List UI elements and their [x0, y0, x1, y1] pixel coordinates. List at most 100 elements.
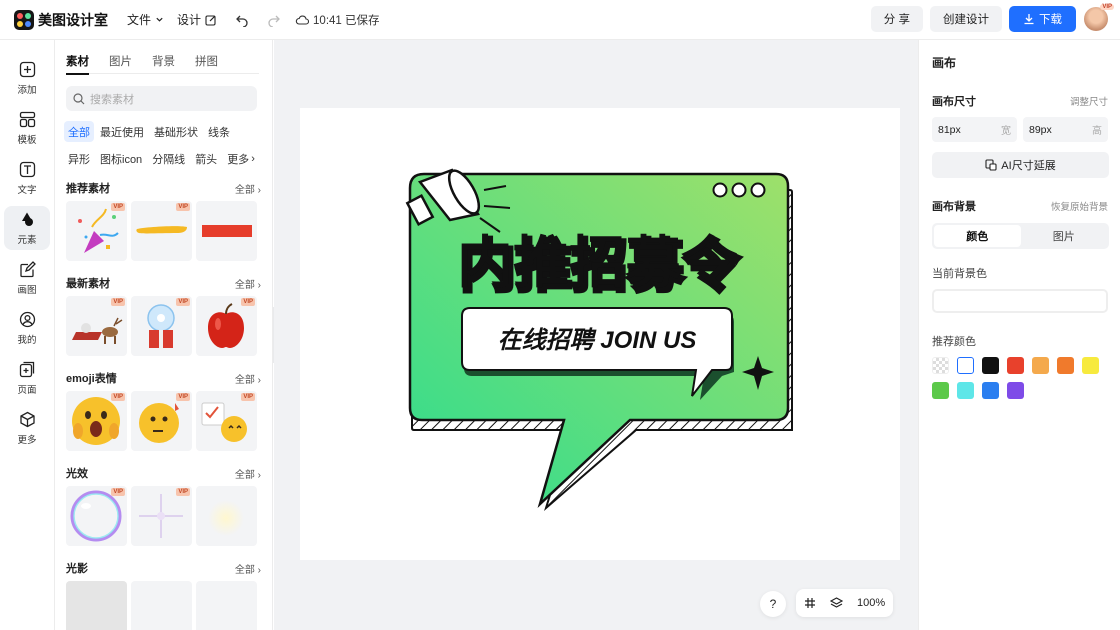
adjust-size-link[interactable]: 调整尺寸	[1070, 94, 1108, 108]
create-design-button[interactable]: 创建设计	[930, 6, 1002, 32]
section-more-link[interactable]: 全部 ›	[235, 181, 261, 196]
asset-thumb-snow-globe-gift[interactable]: VIP	[131, 296, 192, 356]
recruit-poster-graphic[interactable]: 内推招募令 内推招募令 在线招聘 JOIN US	[300, 108, 900, 560]
color-swatch[interactable]	[932, 357, 949, 374]
asset-thumb-brush-stroke[interactable]: VIP	[131, 201, 192, 261]
zoom-level[interactable]: 100%	[857, 597, 885, 609]
color-swatch[interactable]	[957, 382, 974, 399]
height-unit: 高	[1092, 126, 1102, 137]
asset-thumb-reindeer-sleigh[interactable]: VIP	[66, 296, 127, 356]
cube-icon	[19, 411, 35, 427]
search-input[interactable]: 搜索素材	[66, 86, 257, 111]
asset-thumb-bubble[interactable]: VIP	[66, 486, 127, 546]
asset-thumb-shadow-2[interactable]	[131, 581, 192, 630]
asset-thumb-party-popper[interactable]: VIP	[66, 201, 127, 261]
undo-icon[interactable]	[235, 13, 249, 27]
design-menu[interactable]: 设计	[177, 11, 217, 28]
chip-all[interactable]: 全部	[64, 121, 94, 142]
search-placeholder: 搜索素材	[90, 93, 134, 106]
asset-thumb-thinking-emoji[interactable]: VIP	[131, 391, 192, 451]
chip-recent[interactable]: 最近使用	[96, 121, 148, 142]
nav-text[interactable]: 文字	[4, 156, 50, 200]
vip-badge: VIP	[241, 393, 255, 401]
restore-bg-link[interactable]: 恢复原始背景	[1051, 199, 1108, 213]
height-field[interactable]: 89px 高	[1023, 117, 1108, 142]
nav-add[interactable]: 添加	[4, 56, 50, 100]
tab-collage[interactable]: 拼图	[195, 53, 218, 74]
vip-badge: VIP	[176, 298, 190, 306]
file-menu[interactable]: 文件	[127, 11, 164, 28]
chip-icons[interactable]: 图标icon	[96, 148, 146, 169]
redo-icon[interactable]	[267, 13, 281, 27]
chip-irregular[interactable]: 异形	[64, 148, 94, 169]
asset-thumb-shadow-1[interactable]	[66, 581, 127, 630]
thumb-row: VIP VIP	[66, 201, 272, 261]
width-unit: 宽	[1001, 126, 1011, 137]
chip-basic-shapes[interactable]: 基础形状	[150, 121, 202, 142]
save-status: 10:41 已保存	[295, 12, 380, 28]
vip-badge: VIP	[111, 298, 125, 306]
ai-extend-button[interactable]: AI尺寸延展	[932, 152, 1109, 178]
color-swatch[interactable]	[982, 357, 999, 374]
page-add-icon	[19, 361, 34, 377]
seg-image[interactable]: 图片	[1021, 225, 1108, 247]
tab-materials[interactable]: 素材	[66, 53, 89, 75]
artboard[interactable]: 内推招募令 内推招募令 在线招聘 JOIN US	[300, 108, 900, 560]
chip-arrows[interactable]: 箭头	[191, 148, 221, 169]
color-swatch[interactable]	[1057, 357, 1074, 374]
nav-mine[interactable]: 我的	[4, 306, 50, 350]
section-more-link[interactable]: 全部 ›	[235, 466, 261, 481]
color-swatch[interactable]	[1007, 382, 1024, 399]
share-button[interactable]: 分 享	[870, 6, 923, 32]
pencil-icon	[19, 260, 36, 277]
grid-icon[interactable]	[804, 597, 816, 609]
width-field[interactable]: 81px 宽	[932, 117, 1017, 142]
layers-icon[interactable]	[830, 597, 843, 609]
asset-thumb-red-apple[interactable]: VIP	[196, 296, 257, 356]
asset-thumb-glow[interactable]	[196, 486, 257, 546]
section-title: 光影	[66, 563, 88, 575]
color-swatch[interactable]	[1082, 357, 1099, 374]
help-button[interactable]: ?	[760, 591, 786, 617]
nav-page[interactable]: 页面	[4, 356, 50, 400]
section-more-link[interactable]: 全部 ›	[235, 561, 261, 576]
tab-images[interactable]: 图片	[109, 53, 132, 74]
thumb-row: VIP VIP	[66, 486, 272, 546]
poster-headline[interactable]: 内推招募令	[457, 231, 738, 294]
color-swatch[interactable]	[1032, 357, 1049, 374]
asset-thumb-shocked-emoji[interactable]: VIP	[66, 391, 127, 451]
asset-thumb-sparkle[interactable]: VIP	[131, 486, 192, 546]
download-button[interactable]: 下载	[1009, 6, 1076, 32]
chip-lines[interactable]: 线条	[204, 121, 234, 142]
section-more-link[interactable]: 全部 ›	[235, 276, 261, 291]
color-swatch[interactable]	[982, 382, 999, 399]
tab-backgrounds[interactable]: 背景	[152, 53, 175, 74]
nav-template[interactable]: 模板	[4, 106, 50, 150]
seg-color[interactable]: 颜色	[934, 225, 1021, 247]
nav-template-label: 模板	[17, 134, 37, 146]
nav-draw[interactable]: 画图	[4, 256, 50, 300]
nav-elements[interactable]: 元素	[4, 206, 50, 250]
nav-more[interactable]: 更多	[4, 406, 50, 450]
user-icon	[19, 311, 35, 327]
nav-add-label: 添加	[17, 84, 37, 96]
color-swatch[interactable]	[932, 382, 949, 399]
poster-subline[interactable]: 在线招聘 JOIN US	[498, 327, 697, 354]
category-chips: 全部 最近使用 基础形状 线条 异形 图标icon 分隔线 箭头 更多 ›	[64, 121, 264, 175]
color-swatch[interactable]	[1007, 357, 1024, 374]
section-title: 光效	[66, 468, 88, 480]
asset-thumb-checklist-emoji[interactable]: VIP	[196, 391, 257, 451]
asset-thumb-red-bar[interactable]	[196, 201, 257, 261]
current-color-field[interactable]	[932, 289, 1108, 313]
chip-dividers[interactable]: 分隔线	[148, 148, 189, 169]
section-more-link[interactable]: 全部 ›	[235, 371, 261, 386]
app-logo[interactable]: 美图设计室	[14, 9, 114, 30]
avatar[interactable]: VIP	[1084, 4, 1114, 31]
canvas-bg-label: 画布背景	[932, 201, 976, 213]
color-swatch[interactable]	[957, 357, 974, 374]
chip-more[interactable]: 更多 ›	[223, 148, 259, 169]
nav-elements-label: 元素	[17, 234, 37, 246]
template-icon	[19, 111, 35, 127]
section-title: 推荐素材	[66, 183, 110, 195]
asset-thumb-shadow-3[interactable]	[196, 581, 257, 630]
